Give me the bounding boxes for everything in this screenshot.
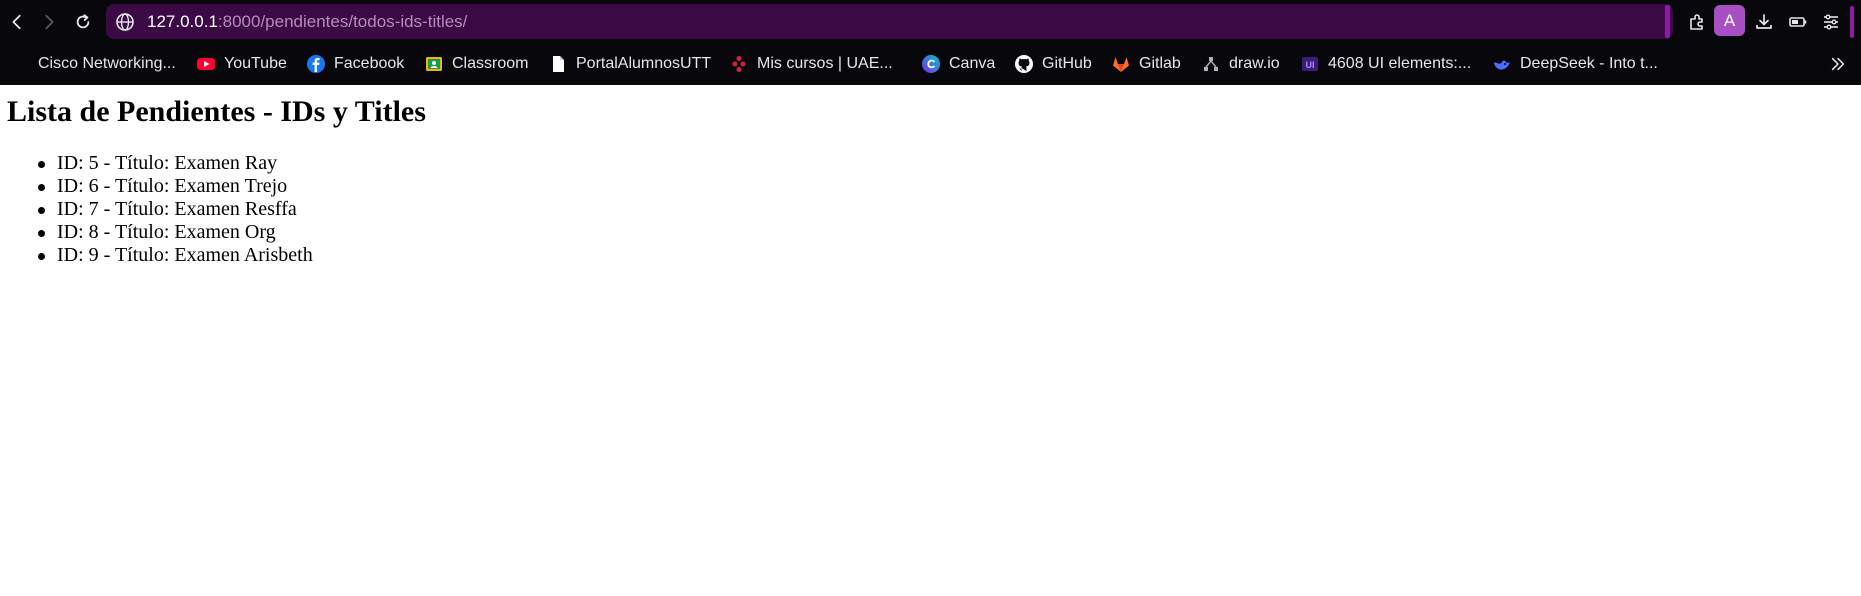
drawio-icon: [1201, 54, 1221, 74]
bookmark-label: PortalAlumnosUTT: [576, 55, 712, 72]
browser-toolbar: 127.0.0.1:8000/pendientes/todos-ids-titl…: [0, 0, 1861, 44]
list-item: ID: 9 - Título: Examen Arisbeth: [0, 244, 313, 267]
classroom-icon: [424, 54, 444, 74]
url-host: 127.0.0.1: [147, 12, 218, 31]
bookmark-classroom[interactable]: Classroom: [424, 53, 528, 75]
bookmarks-bar: Cisco Networking... YouTube Facebook Cla…: [0, 44, 1861, 84]
chevron-double-right-icon: [1831, 57, 1845, 71]
bookmark-label: Gitlab: [1139, 55, 1181, 72]
extensions-button[interactable]: [1685, 10, 1709, 34]
document-icon: [548, 54, 568, 74]
bookmark-label: draw.io: [1229, 55, 1280, 72]
cisco-icon: [10, 54, 30, 74]
bookmark-label: Cisco Networking...: [38, 55, 176, 72]
gitlab-icon: [1111, 54, 1131, 74]
reload-button[interactable]: [70, 9, 96, 35]
list-item: ID: 8 - Título: Examen Org: [0, 221, 313, 244]
bookmark-canva[interactable]: Canva: [921, 53, 995, 75]
arrow-right-icon: [45, 14, 54, 30]
bookmark-gitlab[interactable]: Gitlab: [1111, 53, 1181, 75]
youtube-icon: [196, 54, 216, 74]
uae-icon: [729, 54, 749, 74]
todo-list: ID: 5 - Título: Examen Ray ID: 6 - Títul…: [0, 152, 313, 267]
canva-icon: [921, 54, 941, 74]
svg-text:UI: UI: [1306, 60, 1315, 70]
bookmark-deepseek[interactable]: DeepSeek - Into t...: [1492, 53, 1658, 75]
github-icon: [1014, 54, 1034, 74]
bookmark-cisco[interactable]: Cisco Networking...: [10, 53, 176, 75]
back-button[interactable]: [4, 9, 30, 35]
bookmark-label: DeepSeek - Into t...: [1520, 55, 1658, 72]
bookmark-label: Mis cursos | UAE...: [757, 55, 893, 72]
bookmark-youtube[interactable]: YouTube: [196, 53, 287, 75]
toolbar-accent: [1850, 6, 1854, 38]
bookmarks-overflow-button[interactable]: [1826, 52, 1850, 76]
downloads-button[interactable]: [1752, 10, 1776, 34]
browser-chrome: 127.0.0.1:8000/pendientes/todos-ids-titl…: [0, 0, 1861, 85]
list-item: ID: 6 - Título: Examen Trejo: [0, 175, 313, 198]
settings-sliders-icon: [1824, 14, 1838, 30]
ui-elements-icon: UI: [1300, 54, 1320, 74]
profile-avatar[interactable]: A: [1714, 5, 1745, 36]
facebook-icon: [306, 54, 326, 74]
bookmark-facebook[interactable]: Facebook: [306, 53, 404, 75]
globe-icon[interactable]: [115, 12, 135, 32]
bookmark-label: Classroom: [452, 55, 529, 72]
page-title: Lista de Pendientes - IDs y Titles: [7, 95, 426, 128]
url-path: :8000/pendientes/todos-ids-titles/: [217, 12, 468, 31]
forward-button[interactable]: [36, 9, 62, 35]
arrow-left-icon: [12, 14, 21, 30]
address-bar[interactable]: 127.0.0.1:8000/pendientes/todos-ids-titl…: [106, 4, 1673, 39]
battery-saver-button[interactable]: [1786, 10, 1810, 34]
bookmark-github[interactable]: GitHub: [1014, 53, 1092, 75]
reload-icon: [76, 14, 90, 29]
bookmark-label: GitHub: [1042, 55, 1092, 72]
battery-icon: [1789, 17, 1807, 27]
bookmark-label: Facebook: [334, 55, 405, 72]
page-content: Lista de Pendientes - IDs y Titles ID: 5…: [0, 85, 1861, 596]
bookmark-drawio[interactable]: draw.io: [1201, 53, 1280, 75]
deepseek-icon: [1492, 54, 1512, 74]
browser-menu-button[interactable]: [1819, 10, 1843, 34]
list-item: ID: 7 - Título: Examen Resffa: [0, 198, 313, 221]
list-item: ID: 5 - Título: Examen Ray: [0, 152, 313, 175]
url-text[interactable]: 127.0.0.1:8000/pendientes/todos-ids-titl…: [147, 12, 467, 32]
bookmark-portalalumnosutt[interactable]: PortalAlumnosUTT: [548, 53, 711, 75]
bookmark-label: 4608 UI elements:...: [1328, 55, 1472, 72]
bookmark-label: Canva: [949, 55, 996, 72]
bookmark-ui-elements[interactable]: UI 4608 UI elements:...: [1300, 53, 1471, 75]
address-bar-accent: [1665, 5, 1670, 38]
bookmark-label: YouTube: [224, 55, 287, 72]
bookmark-mis-cursos[interactable]: Mis cursos | UAE...: [729, 53, 893, 75]
download-icon: [1756, 14, 1772, 29]
puzzle-icon: [1690, 14, 1703, 30]
